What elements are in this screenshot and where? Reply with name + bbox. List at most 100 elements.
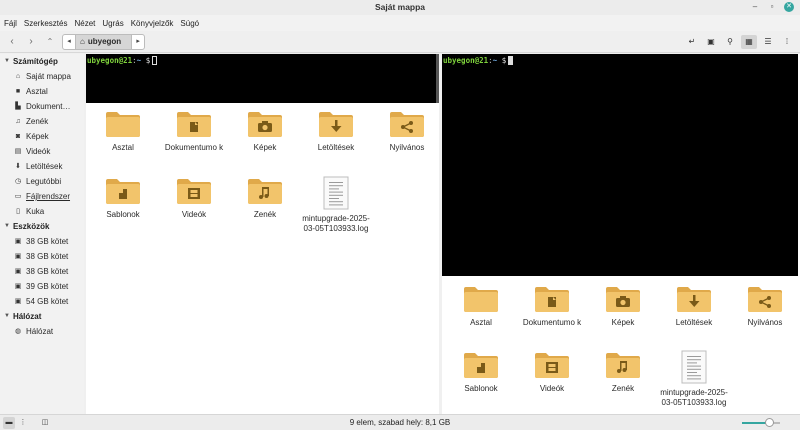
file-label: Asztal: [470, 318, 492, 327]
file-label: Sablonok: [464, 384, 498, 393]
folder-item[interactable]: Zenék: [229, 176, 301, 220]
download-icon: ⬇: [15, 163, 21, 170]
home-icon: ⌂: [80, 37, 85, 46]
up-button[interactable]: ⌃: [42, 35, 58, 49]
folder-item[interactable]: Letöltések: [658, 284, 730, 328]
menu-go[interactable]: Ugrás: [102, 19, 123, 28]
music-icon: ♫: [15, 118, 21, 125]
folder-icon: [87, 176, 159, 206]
sidebar-item-volume[interactable]: ▣ 38 GB kötet: [0, 249, 84, 264]
sidebar-item-trash[interactable]: ▯ Kuka: [0, 204, 84, 219]
desktop-icon: ■: [15, 88, 21, 95]
zoom-slider[interactable]: [742, 418, 780, 427]
sidebar-item-desktop[interactable]: ■ Asztal: [0, 84, 84, 99]
terminal-cursor: [152, 56, 158, 65]
icon-view-button[interactable]: ▦: [741, 35, 757, 49]
collapse-triangle-icon: ▼: [4, 58, 10, 64]
breadcrumb-home[interactable]: ⌂ ubyegon: [75, 35, 133, 49]
film-icon: ▤: [14, 148, 22, 155]
back-button[interactable]: ‹: [4, 35, 20, 49]
folder-item[interactable]: Sablonok: [445, 350, 517, 394]
terminal-prompt: $: [145, 56, 151, 65]
terminal-cursor: [508, 56, 514, 65]
sidebar-item-documents[interactable]: ▙ Dokument…: [0, 99, 84, 114]
camera-icon: ◙: [15, 133, 21, 140]
close-button[interactable]: ✕: [784, 2, 794, 12]
terminal-right[interactable]: ubyegon@21:~ $: [442, 54, 798, 276]
folder-item[interactable]: Képek: [587, 284, 659, 328]
text-file-icon: [300, 176, 372, 210]
sidebar-item-volume[interactable]: ▣ 39 GB kötet: [0, 279, 84, 294]
pathbar-right-button[interactable]: ▸: [132, 35, 144, 49]
folder-item[interactable]: Dokumentumo k: [516, 284, 588, 328]
text-file-icon: [658, 350, 730, 384]
folder-icon: [229, 109, 301, 139]
folder-icon: [587, 284, 659, 314]
menu-bookmarks[interactable]: Könyvjelzők: [131, 19, 174, 28]
sidebar-item-pictures[interactable]: ◙ Képek: [0, 129, 84, 144]
folder-item[interactable]: Nyilvános: [729, 284, 800, 328]
sidebar-item-filesystem[interactable]: ▭ Fájlrendszer: [0, 189, 84, 204]
folder-item[interactable]: Videók: [158, 176, 230, 220]
sidebar-item-volume[interactable]: ▣ 38 GB kötet: [0, 234, 84, 249]
folder-item[interactable]: Videók: [516, 350, 588, 394]
file-label: Dokumentumo k: [164, 143, 224, 152]
search-icon[interactable]: ⚲: [722, 35, 738, 49]
sidebar-item-home[interactable]: ⌂ Saját mappa: [0, 69, 84, 84]
folder-item[interactable]: Zenék: [587, 350, 659, 394]
sidebar-item-videos[interactable]: ▤ Videók: [0, 144, 84, 159]
folder-item[interactable]: Képek: [229, 109, 301, 153]
sidebar-item-volume[interactable]: ▣ 54 GB kötet: [0, 294, 84, 309]
file-label: Zenék: [253, 210, 277, 219]
list-view-button[interactable]: ☰: [760, 35, 776, 49]
compact-view-button[interactable]: ⁞: [779, 35, 795, 49]
file-label: Képek: [611, 318, 635, 327]
folder-icon: [300, 109, 372, 139]
sidebar-item-downloads[interactable]: ⬇ Letöltések: [0, 159, 84, 174]
window-controls: – ▫ ✕: [750, 2, 794, 12]
terminal-scrollbar[interactable]: [436, 54, 439, 103]
pathbar-left-button[interactable]: ◂: [63, 35, 75, 49]
menu-edit[interactable]: Szerkesztés: [24, 19, 68, 28]
folder-item[interactable]: Letöltések: [300, 109, 372, 153]
file-item[interactable]: mintupgrade-2025-03-05T103933.log: [300, 176, 372, 233]
document-icon: ▙: [15, 103, 21, 110]
menu-file[interactable]: Fájl: [4, 19, 17, 28]
sidebar-item-recent[interactable]: ◷ Legutóbbi: [0, 174, 84, 189]
file-item[interactable]: mintupgrade-2025-03-05T103933.log: [658, 350, 730, 407]
folder-item[interactable]: Asztal: [87, 109, 159, 153]
right-pane[interactable]: ubyegon@21:~ $ Asztal Dokumentumo k Képe…: [442, 54, 800, 414]
sidebar-section-computer[interactable]: ▼ Számítógép: [0, 54, 84, 69]
drive-icon: ▭: [14, 193, 22, 200]
forward-button[interactable]: ›: [23, 35, 39, 49]
menu-view[interactable]: Nézet: [74, 19, 95, 28]
breadcrumb: ◂ ⌂ ubyegon ▸: [62, 34, 146, 50]
menu-help[interactable]: Súgó: [180, 19, 199, 28]
status-text: 9 elem, szabad hely: 8,1 GB: [349, 418, 451, 427]
collapse-triangle-icon: ▼: [4, 313, 10, 319]
left-pane[interactable]: ubyegon@21:~ $ Asztal Dokumentumo k Képe…: [86, 54, 439, 414]
file-label: Nyilvános: [747, 318, 783, 327]
folder-item[interactable]: Nyilvános: [371, 109, 443, 153]
sidebar-item-music[interactable]: ♫ Zenék: [0, 114, 84, 129]
status-bar: ▬ ⋮ ◫ 9 elem, szabad hely: 8,1 GB: [0, 414, 800, 430]
terminal-left[interactable]: ubyegon@21:~ $: [86, 54, 439, 103]
minimize-button[interactable]: –: [750, 2, 760, 12]
collapse-triangle-icon: ▼: [4, 223, 10, 229]
maximize-button[interactable]: ▫: [767, 2, 777, 12]
terminal-icon[interactable]: ▣: [703, 35, 719, 49]
file-label: Képek: [253, 143, 277, 152]
sidebar-section-devices[interactable]: ▼ Eszközök: [0, 219, 84, 234]
sidebar-section-network[interactable]: ▼ Hálózat: [0, 309, 84, 324]
folder-item[interactable]: Sablonok: [87, 176, 159, 220]
disk-icon: ▣: [14, 268, 22, 275]
file-label: mintupgrade-2025-03-05T103933.log: [302, 214, 370, 233]
open-terminal-icon[interactable]: ↵: [684, 35, 700, 49]
folder-item[interactable]: Asztal: [445, 284, 517, 328]
disk-icon: ▣: [14, 253, 22, 260]
toolbar: ‹ › ⌃ ◂ ⌂ ubyegon ▸ ↵ ▣ ⚲ ▦ ☰ ⁞: [0, 31, 800, 53]
folder-icon: [158, 109, 230, 139]
sidebar-item-volume[interactable]: ▣ 38 GB kötet: [0, 264, 84, 279]
sidebar-item-network[interactable]: ◍ Hálózat: [0, 324, 84, 339]
folder-item[interactable]: Dokumentumo k: [158, 109, 230, 153]
